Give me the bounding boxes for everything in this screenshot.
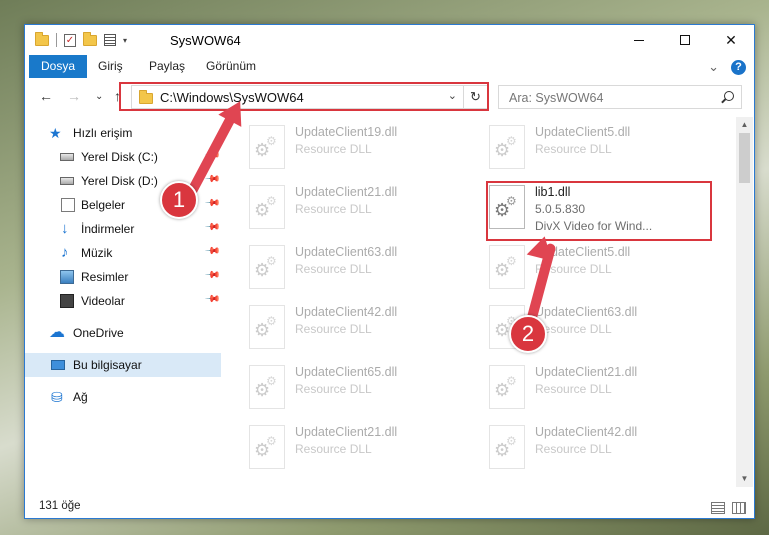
- tab-file[interactable]: Dosya: [29, 55, 88, 78]
- vertical-scrollbar[interactable]: ▲ ▼: [736, 117, 753, 487]
- pin-icon[interactable]: 📌: [204, 219, 221, 236]
- file-item[interactable]: UpdateClient19.dll Resource DLL: [247, 123, 467, 183]
- dll-file-icon: [249, 305, 285, 349]
- dll-file-icon: [489, 125, 525, 169]
- step-1-badge: 1: [160, 181, 198, 219]
- large-icons-view-icon[interactable]: [732, 502, 746, 514]
- file-item[interactable]: UpdateClient5.dll Resource DLL: [487, 123, 707, 183]
- file-highlight-box: [486, 181, 712, 241]
- search-input[interactable]: Ara: SysWOW64: [509, 91, 603, 105]
- documents-icon: [61, 198, 75, 212]
- network-icon: ⛁: [51, 389, 63, 405]
- quick-access-toolbar: ✓ ▾: [35, 31, 127, 47]
- ribbon-tabs: Dosya Giriş Paylaş Görünüm ⌄ ?: [25, 55, 754, 78]
- forward-button[interactable]: →: [67, 88, 81, 104]
- sidebar-item-network[interactable]: ⛁ Ağ: [25, 385, 221, 409]
- minimize-icon: [634, 39, 644, 41]
- star-icon: ★: [49, 125, 62, 141]
- navigation-bar: ← → ⌄ ↑ C:\Windows\SysWOW64 ⌄ ↻ Ara: Sys…: [25, 82, 754, 112]
- search-box[interactable]: Ara: SysWOW64: [498, 85, 742, 109]
- qat-dropdown-icon[interactable]: ▾: [123, 36, 127, 45]
- file-item[interactable]: UpdateClient65.dll Resource DLL: [247, 363, 467, 423]
- window-title: SysWOW64: [170, 33, 241, 48]
- status-bar: 131 öğe: [25, 497, 754, 519]
- file-item[interactable]: UpdateClient42.dll Resource DLL: [487, 423, 707, 483]
- tab-view[interactable]: Görünüm: [194, 55, 268, 78]
- sidebar-item-local-disk-c[interactable]: Yerel Disk (C:) 📌: [25, 145, 221, 169]
- window-controls: ✕: [616, 25, 754, 55]
- expand-ribbon-icon[interactable]: ⌄: [708, 59, 719, 75]
- sidebar-item-onedrive[interactable]: ☁ OneDrive: [25, 321, 221, 345]
- downloads-icon: ↓: [61, 220, 69, 237]
- dll-file-icon: [249, 185, 285, 229]
- sidebar-item-videos[interactable]: Videolar 📌: [25, 289, 221, 313]
- file-item[interactable]: UpdateClient21.dll Resource DLL: [247, 423, 467, 483]
- back-button[interactable]: ←: [39, 88, 53, 104]
- pictures-icon: [60, 270, 74, 284]
- disk-icon: [60, 153, 74, 161]
- sidebar-item-pictures[interactable]: Resimler 📌: [25, 265, 221, 289]
- dll-file-icon: [249, 365, 285, 409]
- file-item[interactable]: UpdateClient21.dll Resource DLL: [487, 363, 707, 423]
- maximize-button[interactable]: [662, 25, 708, 55]
- sidebar-item-this-pc[interactable]: Bu bilgisayar: [25, 353, 221, 377]
- address-highlight-box: [119, 82, 489, 111]
- minimize-button[interactable]: [616, 25, 662, 55]
- close-button[interactable]: ✕: [708, 25, 754, 55]
- tab-home[interactable]: Giriş: [86, 55, 135, 78]
- pin-icon[interactable]: 📌: [204, 195, 221, 212]
- file-item[interactable]: UpdateClient5.dll Resource DLL: [487, 243, 707, 303]
- close-icon: ✕: [725, 31, 737, 48]
- cloud-icon: ☁: [49, 324, 65, 341]
- pin-icon[interactable]: 📌: [204, 291, 221, 308]
- pin-icon[interactable]: 📌: [204, 243, 221, 260]
- dll-file-icon: [489, 245, 525, 289]
- item-count: 131 öğe: [39, 500, 81, 512]
- dll-file-icon: [489, 425, 525, 469]
- folder-icon: [35, 31, 49, 46]
- pin-icon[interactable]: 📌: [204, 267, 221, 284]
- file-list: UpdateClient19.dll Resource DLL UpdateCl…: [247, 117, 733, 487]
- dll-file-icon: [249, 125, 285, 169]
- music-icon: ♪: [61, 244, 69, 261]
- details-view-icon[interactable]: [711, 502, 725, 514]
- scroll-up-icon[interactable]: ▲: [736, 117, 753, 133]
- step-2-badge: 2: [509, 315, 547, 353]
- dll-file-icon: [249, 425, 285, 469]
- dll-file-icon: [249, 245, 285, 289]
- sidebar-item-music[interactable]: ♪ Müzik 📌: [25, 241, 221, 265]
- computer-icon: [51, 360, 65, 370]
- file-item[interactable]: UpdateClient21.dll Resource DLL: [247, 183, 467, 243]
- explorer-window: ✓ ▾ SysWOW64 ✕ Dosya Giriş Paylaş Görünü…: [24, 24, 755, 519]
- navigation-pane: ★ Hızlı erişim Yerel Disk (C:) 📌 Yerel D…: [25, 117, 221, 487]
- search-icon[interactable]: [724, 91, 734, 101]
- recent-locations-button[interactable]: ⌄: [95, 91, 103, 102]
- scroll-thumb[interactable]: [739, 133, 750, 183]
- customize-icon[interactable]: [104, 34, 116, 46]
- sidebar-item-quick-access[interactable]: ★ Hızlı erişim: [25, 121, 221, 145]
- help-icon[interactable]: ?: [731, 59, 746, 75]
- tab-share[interactable]: Paylaş: [137, 55, 197, 78]
- file-item[interactable]: UpdateClient63.dll Resource DLL: [247, 243, 467, 303]
- disk-icon: [60, 177, 74, 185]
- scroll-down-icon[interactable]: ▼: [736, 471, 753, 487]
- dll-file-icon: [489, 365, 525, 409]
- file-item[interactable]: UpdateClient42.dll Resource DLL: [247, 303, 467, 363]
- title-bar: ✓ ▾ SysWOW64 ✕: [25, 25, 754, 55]
- properties-check-icon[interactable]: ✓: [64, 33, 76, 47]
- maximize-icon: [680, 35, 690, 45]
- sidebar-item-downloads[interactable]: ↓ İndirmeler 📌: [25, 217, 221, 241]
- new-folder-icon[interactable]: [83, 31, 97, 46]
- videos-icon: [60, 294, 74, 308]
